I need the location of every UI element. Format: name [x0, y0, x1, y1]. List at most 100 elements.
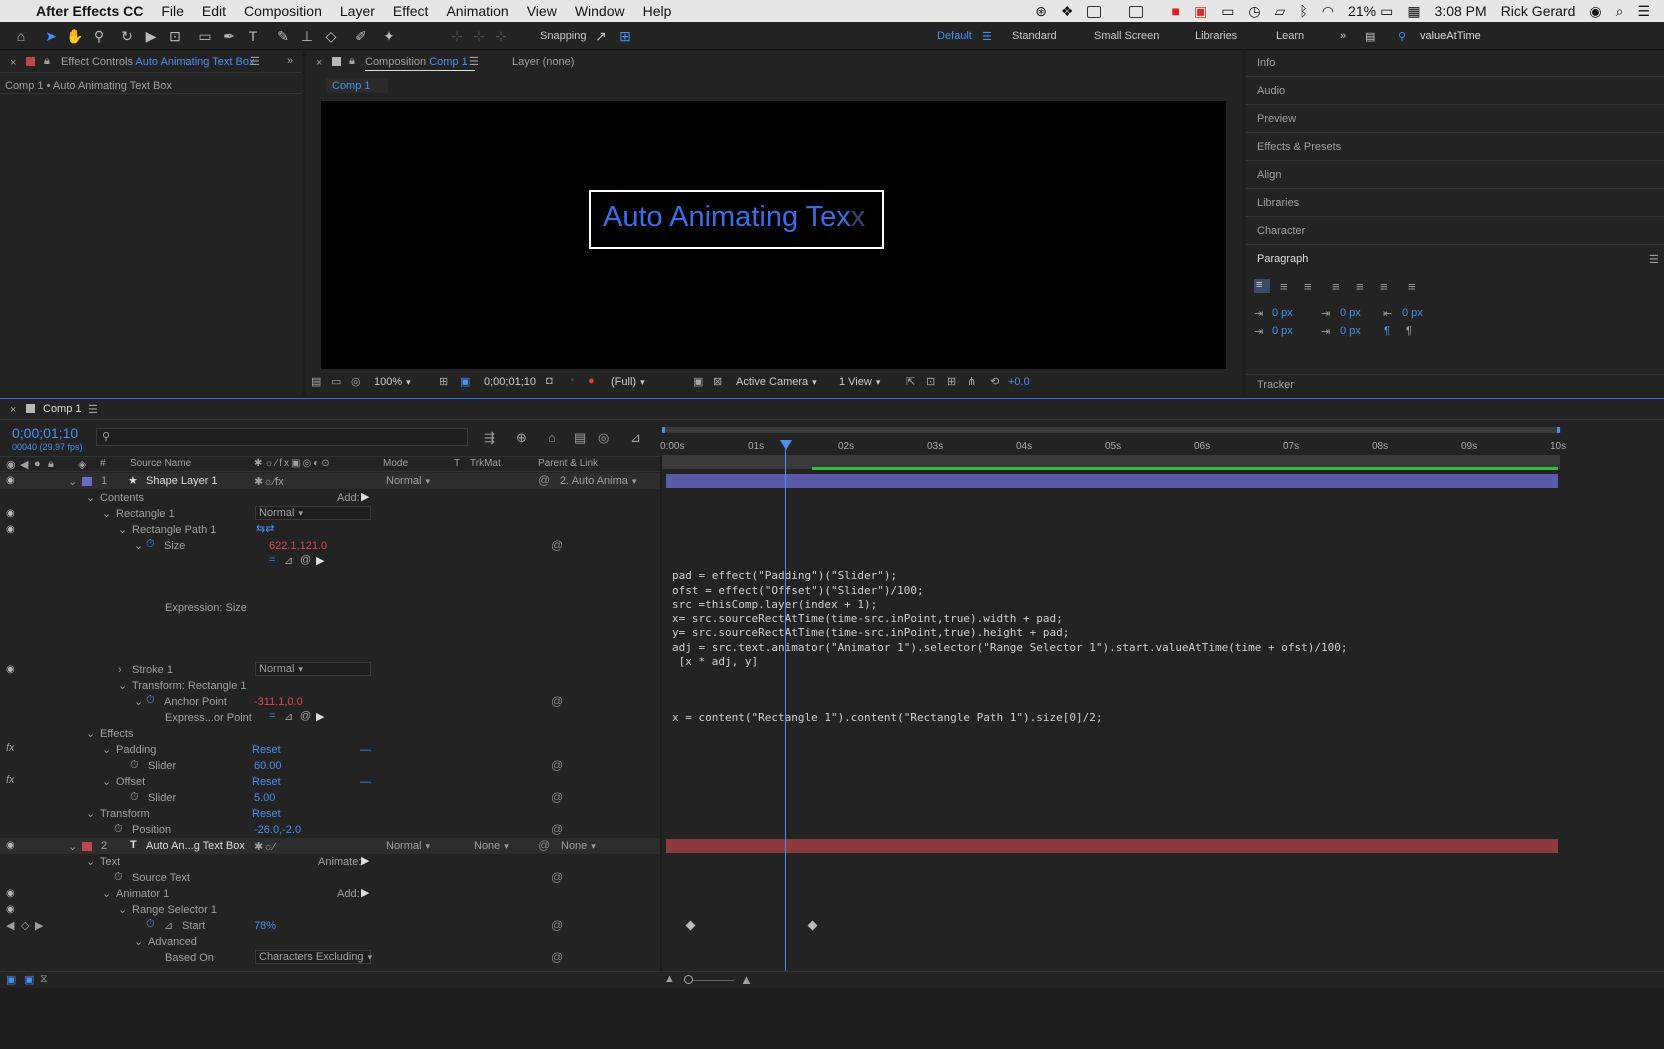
eye-icon[interactable]: ◉: [6, 840, 15, 851]
effects-group[interactable]: Effects: [100, 728, 133, 740]
close-icon[interactable]: ×: [10, 404, 16, 416]
indent-right-value[interactable]: 0 px: [1402, 307, 1423, 319]
workspace-libraries[interactable]: Libraries: [1195, 30, 1237, 42]
view-layout-select[interactable]: 1 View: [839, 376, 880, 388]
graph-icon[interactable]: ⊿: [164, 919, 173, 932]
path-direction-icon[interactable]: ⇆⇄: [256, 522, 274, 535]
more-workspaces-icon[interactable]: »: [1340, 30, 1346, 42]
expression-language-menu-icon[interactable]: ▶: [316, 554, 324, 567]
expression-editor-anchor[interactable]: x = content("Rectangle 1").content("Rect…: [672, 711, 1102, 724]
always-preview-icon[interactable]: ▤: [311, 375, 321, 388]
exposure-value[interactable]: +0.0: [1008, 376, 1030, 388]
menu-window[interactable]: Window: [575, 3, 625, 19]
panel-paragraph[interactable]: Paragraph: [1257, 253, 1308, 265]
creative-cloud-icon[interactable]: ⊛: [1035, 3, 1047, 20]
expression-graph-icon[interactable]: ⊿: [284, 710, 293, 723]
rectangle-group[interactable]: Rectangle 1: [116, 508, 175, 520]
user-name[interactable]: Rick Gerard: [1501, 3, 1576, 19]
stopwatch-icon[interactable]: ⏱: [146, 538, 155, 551]
workspace-default[interactable]: Default: [937, 30, 972, 42]
lock-icon[interactable]: 🔒︎: [44, 55, 50, 68]
layer-color-swatch[interactable]: [82, 477, 92, 486]
home-icon[interactable]: ⌂: [12, 27, 30, 45]
twirl-down-icon[interactable]: ⌄: [68, 475, 77, 488]
region-of-interest-icon[interactable]: ▣: [693, 375, 703, 388]
current-time[interactable]: 0;00;01;10: [484, 376, 536, 388]
parent-select[interactable]: 2. Auto Anima: [560, 475, 636, 487]
battery-text[interactable]: 21%: [1348, 3, 1376, 19]
pixel-aspect-icon[interactable]: ⇱: [906, 375, 915, 388]
position-value[interactable]: -26.0,-2.0: [254, 824, 301, 836]
menu-composition[interactable]: Composition: [244, 3, 322, 19]
transfer-controls-toggle-icon[interactable]: ▣: [24, 973, 34, 986]
menu-help[interactable]: Help: [643, 3, 672, 19]
zoom-select[interactable]: 100%: [374, 376, 411, 388]
toggle-transparency-icon[interactable]: ⊠: [713, 375, 722, 388]
expression-enable-icon[interactable]: =: [269, 710, 275, 722]
pick-whip-icon[interactable]: @: [551, 870, 563, 884]
source-name-header[interactable]: Source Name: [130, 458, 191, 469]
pen-tool-icon[interactable]: ✒: [220, 27, 238, 45]
expression-graph-icon[interactable]: ⊿: [284, 554, 293, 567]
twirl-down-icon[interactable]: ⌄: [118, 523, 127, 536]
camera-select[interactable]: Active Camera: [736, 376, 817, 388]
track-matte-select[interactable]: None: [474, 840, 509, 852]
menu-edit[interactable]: Edit: [202, 3, 226, 19]
close-icon[interactable]: ×: [316, 57, 322, 69]
twirl-down-icon[interactable]: ⌄: [102, 887, 111, 900]
menu-animation[interactable]: Animation: [446, 3, 508, 19]
layer-switches-toggle-icon[interactable]: ▣: [6, 973, 16, 986]
twirl-down-icon[interactable]: ⌄: [118, 903, 127, 916]
zoom-tool-icon[interactable]: ⚲: [90, 27, 108, 45]
eye-icon[interactable]: ◉: [6, 664, 15, 675]
add-keyframe-icon[interactable]: ◇: [21, 919, 29, 932]
expand-icon[interactable]: »: [287, 55, 293, 67]
puppet-tool-icon[interactable]: ✦: [380, 27, 398, 45]
fx-icon[interactable]: fx: [6, 742, 15, 754]
app-icon[interactable]: [1087, 3, 1115, 19]
app-icon[interactable]: [1129, 3, 1157, 19]
timeline-tab[interactable]: Comp 1: [43, 403, 82, 415]
pick-whip-icon[interactable]: @: [551, 694, 563, 708]
selection-tool-icon[interactable]: ➤: [42, 27, 60, 45]
timeline-icon[interactable]: ⊞: [947, 375, 956, 388]
indent-left-value[interactable]: 0 px: [1272, 307, 1293, 319]
contents-group[interactable]: Contents: [100, 492, 144, 504]
twirl-down-icon[interactable]: ⌄: [86, 807, 95, 820]
playhead-handle[interactable]: [780, 440, 792, 450]
expression-editor-size[interactable]: pad = effect("Padding")("Slider"); ofst =…: [672, 555, 1348, 684]
layer-switches[interactable]: ✱☼⁄fx: [254, 475, 284, 488]
padding-effect[interactable]: Padding: [116, 744, 156, 756]
siri-icon[interactable]: ◉: [1589, 3, 1601, 20]
eye-icon[interactable]: ◉: [6, 508, 15, 519]
bluetooth-icon[interactable]: ᛒ: [1299, 3, 1307, 19]
snap-options-icon[interactable]: ⊞: [616, 27, 634, 45]
pick-whip-icon[interactable]: @: [551, 790, 563, 804]
audio-switch-icon[interactable]: ◀: [20, 458, 28, 471]
reset-link[interactable]: Reset: [252, 808, 281, 820]
calendar-icon[interactable]: ▦: [1407, 3, 1420, 20]
layer-duration-bar[interactable]: [666, 839, 1558, 853]
justify-right-icon[interactable]: ≡: [1380, 279, 1388, 294]
panel-menu-icon[interactable]: ☰: [469, 55, 479, 68]
resolution-select[interactable]: (Full): [611, 376, 645, 388]
rectangle-path[interactable]: Rectangle Path 1: [132, 524, 216, 536]
monitor-icon[interactable]: ▭: [331, 375, 341, 388]
stopwatch-icon[interactable]: ⏱: [130, 759, 139, 772]
rotate-tool-icon[interactable]: ↻: [118, 27, 136, 45]
rtl-direction-icon[interactable]: ¶: [1406, 325, 1412, 337]
fx-icon[interactable]: fx: [6, 774, 15, 786]
twirl-down-icon[interactable]: ⌄: [86, 727, 95, 740]
rectangle-tool-icon[interactable]: ▭: [196, 27, 214, 45]
snapshot-icon[interactable]: ◘: [546, 375, 553, 387]
panel-info[interactable]: Info: [1257, 57, 1275, 69]
expression-language-menu-icon[interactable]: ▶: [316, 710, 324, 723]
align-right-icon[interactable]: ≡: [1304, 279, 1312, 294]
workspace-icon[interactable]: ▤: [1365, 30, 1375, 43]
wifi-icon[interactable]: ◠: [1322, 3, 1334, 20]
panel-effects-presets[interactable]: Effects & Presets: [1257, 141, 1341, 153]
pick-whip-icon[interactable]: @: [551, 918, 563, 932]
offset-slider-value[interactable]: 5.00: [254, 792, 275, 804]
lock-icon[interactable]: 🔒︎: [349, 55, 355, 68]
layer-name[interactable]: Shape Layer 1: [146, 475, 218, 487]
